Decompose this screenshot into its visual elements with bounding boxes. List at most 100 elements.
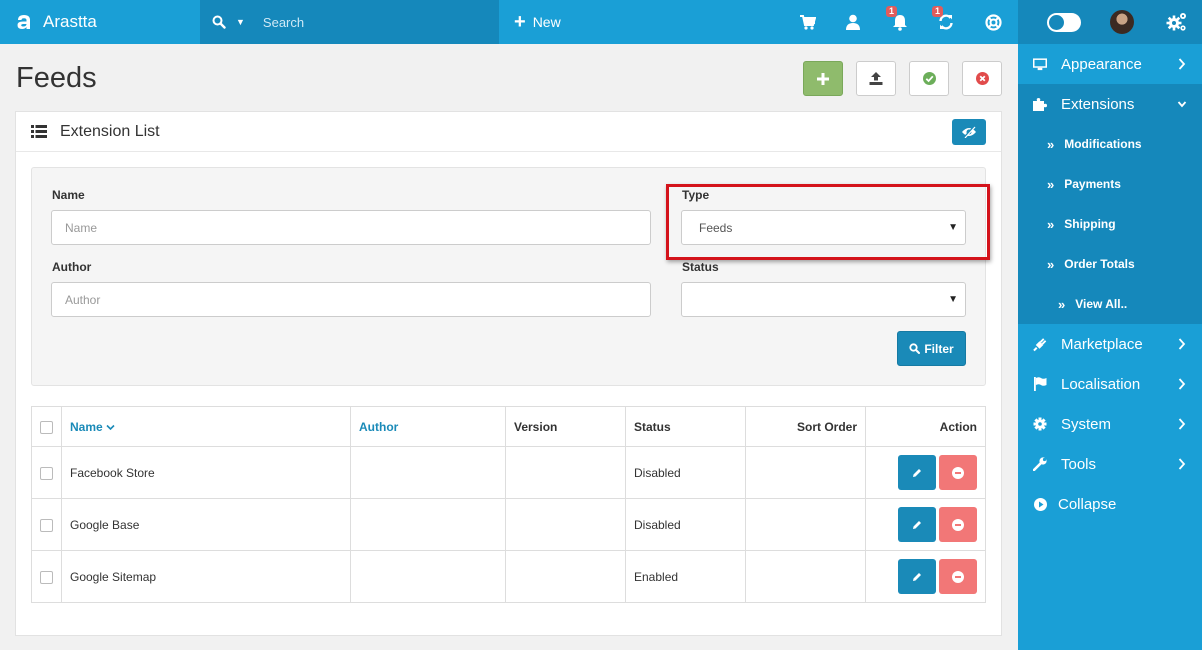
top-navbar: Arastta ▼ + New 1 1 <box>0 0 1018 44</box>
chevron-right-icon <box>1178 58 1186 70</box>
edit-button[interactable] <box>898 507 936 542</box>
settings-gears-icon[interactable] <box>1166 11 1188 33</box>
select-all-checkbox[interactable] <box>40 420 53 434</box>
toggle-filter-button[interactable] <box>952 119 986 145</box>
updates-badge: 1 <box>932 6 944 17</box>
upload-icon <box>869 72 883 85</box>
puzzle-icon <box>1033 97 1047 111</box>
search-icon <box>909 343 921 354</box>
sidebar-item-label: Localisation <box>1061 375 1141 393</box>
status-select[interactable]: ▼ <box>681 282 966 317</box>
monitor-icon <box>1033 57 1047 71</box>
type-select-value: Feeds <box>699 220 733 235</box>
times-circle-icon <box>975 72 989 85</box>
sidebar-collapse-button[interactable]: Collapse <box>1018 484 1202 524</box>
version-column-header: Version <box>505 406 626 447</box>
status-cell: Enabled <box>625 550 746 603</box>
user-icon[interactable] <box>843 12 863 32</box>
filter-button[interactable]: Filter <box>897 331 966 366</box>
avatar[interactable] <box>1110 10 1134 34</box>
author-filter-input[interactable] <box>51 282 651 317</box>
name-column-header[interactable]: Name <box>61 406 351 447</box>
sidebar-item-appearance[interactable]: Appearance <box>1018 44 1202 84</box>
filter-button-label: Filter <box>924 341 954 356</box>
sidebar-item-marketplace[interactable]: Marketplace <box>1018 324 1202 364</box>
search-input[interactable] <box>262 14 463 30</box>
select-arrow-icon: ▼ <box>948 222 958 233</box>
row-checkbox[interactable] <box>40 570 53 584</box>
plug-icon <box>1033 337 1047 351</box>
refresh-icon[interactable]: 1 <box>932 6 956 32</box>
plus-icon <box>817 72 829 85</box>
sidebar-item-localisation[interactable]: Localisation <box>1018 364 1202 404</box>
page-title: Feeds <box>16 62 97 94</box>
add-button[interactable] <box>803 61 843 96</box>
sort-order-cell <box>745 446 866 499</box>
theme-toggle[interactable] <box>1047 13 1081 32</box>
uninstall-button[interactable] <box>939 559 977 594</box>
uninstall-button[interactable] <box>939 455 977 490</box>
sidebar-item-label: Marketplace <box>1061 335 1143 353</box>
sidebar-item-extensions[interactable]: Extensions <box>1018 84 1202 124</box>
edit-button[interactable] <box>898 559 936 594</box>
chevron-right-icon <box>1178 378 1186 390</box>
search-scope-caret-icon[interactable]: ▼ <box>236 17 245 27</box>
select-arrow-icon: ▼ <box>948 294 958 305</box>
select-all-cell <box>31 406 62 447</box>
table-header-row: Name Author Version Status Sort Order Ac… <box>31 406 986 447</box>
sidebar-subitem-view-all[interactable]: » View All.. <box>1018 284 1202 324</box>
name-cell: Google Base <box>61 498 351 551</box>
wrench-icon <box>1033 457 1047 471</box>
double-chevron-icon: » <box>1047 216 1055 232</box>
author-column-header[interactable]: Author <box>350 406 506 447</box>
notifications-bell-icon[interactable]: 1 <box>886 6 910 32</box>
sidebar-subitem-order-totals[interactable]: » Order Totals <box>1018 244 1202 284</box>
extension-list-panel: Extension List Name Type Feeds ▼ Author … <box>15 111 1002 636</box>
pencil-icon <box>913 468 921 477</box>
edit-button[interactable] <box>898 455 936 490</box>
chevron-right-icon <box>1178 338 1186 350</box>
sidebar-subitem-shipping[interactable]: » Shipping <box>1018 204 1202 244</box>
toggle-knob <box>1049 15 1064 30</box>
row-checkbox[interactable] <box>40 518 53 532</box>
panel-title: Extension List <box>60 122 160 140</box>
sidebar-item-label: Collapse <box>1058 495 1117 513</box>
sidebar-subitem-modifications[interactable]: » Modifications <box>1018 124 1202 164</box>
chevron-right-icon <box>1178 458 1186 470</box>
name-filter-input[interactable] <box>51 210 651 245</box>
double-chevron-icon: » <box>1058 296 1066 312</box>
uninstall-button[interactable] <box>939 507 977 542</box>
cart-icon[interactable] <box>798 12 818 32</box>
subitem-label: View All.. <box>1075 297 1128 311</box>
status-label: Status <box>682 260 719 274</box>
sort-down-icon <box>106 424 115 430</box>
action-column-header: Action <box>865 406 986 447</box>
arastta-logo-icon <box>17 15 30 29</box>
sidebar: Appearance Extensions » Modifications » Pa… <box>1018 44 1202 650</box>
sidebar-item-tools[interactable]: Tools <box>1018 444 1202 484</box>
disable-button[interactable] <box>962 61 1002 96</box>
sidebar-item-label: Extensions <box>1061 95 1135 113</box>
brand[interactable]: Arastta <box>0 0 200 44</box>
double-chevron-icon: » <box>1047 136 1055 152</box>
pencil-icon <box>913 572 921 581</box>
upload-button[interactable] <box>856 61 896 96</box>
new-button[interactable]: + New <box>514 0 561 44</box>
row-checkbox[interactable] <box>40 466 53 480</box>
author-cell <box>350 498 506 551</box>
enable-button[interactable] <box>909 61 949 96</box>
help-lifebuoy-icon[interactable] <box>983 12 1003 32</box>
name-sort-link[interactable]: Name <box>70 420 115 434</box>
sidebar-item-system[interactable]: System <box>1018 404 1202 444</box>
author-sort-link[interactable]: Author <box>359 420 398 434</box>
type-select[interactable]: Feeds ▼ <box>681 210 966 245</box>
subitem-label: Modifications <box>1064 137 1142 151</box>
author-label: Author <box>52 260 92 274</box>
status-cell: Disabled <box>625 498 746 551</box>
minus-circle-icon <box>952 466 964 479</box>
sort-order-cell <box>745 550 866 603</box>
table-row: Google Base Disabled <box>31 498 986 551</box>
row-select-cell <box>31 498 62 551</box>
sidebar-subitem-payments[interactable]: » Payments <box>1018 164 1202 204</box>
search-icon[interactable] <box>212 15 226 29</box>
